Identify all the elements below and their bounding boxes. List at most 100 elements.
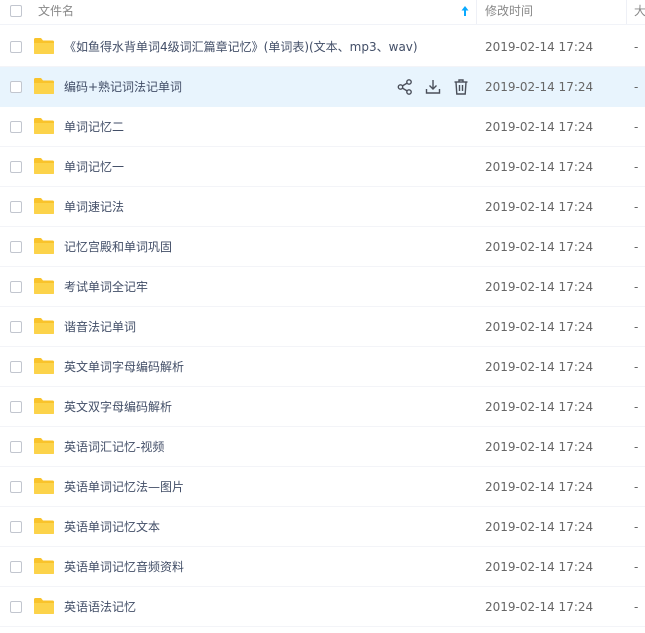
folder-icon[interactable] (33, 557, 55, 575)
file-list-header: 文件名 修改时间 大 (0, 0, 645, 25)
delete-icon[interactable] (451, 77, 471, 97)
file-name[interactable]: 英语单词记忆法—图片 (64, 467, 184, 507)
row-checkbox[interactable] (10, 241, 22, 253)
sort-ascending-icon[interactable] (460, 4, 470, 18)
modified-time: 2019-02-14 17:24 (485, 280, 594, 294)
row-checkbox[interactable] (10, 41, 22, 53)
folder-icon[interactable] (33, 197, 55, 215)
file-name[interactable]: 英语单词记忆文本 (64, 507, 160, 547)
file-row[interactable]: 英文单词字母编码解析 2019-02-14 17:24 - (0, 347, 645, 387)
file-size: - (634, 280, 639, 294)
file-size: - (634, 360, 639, 374)
modified-time: 2019-02-14 17:24 (485, 480, 594, 494)
file-row[interactable]: 英语单词记忆法—图片 2019-02-14 17:24 - (0, 467, 645, 507)
file-size: - (634, 520, 639, 534)
file-row[interactable]: 编码+熟记词法记单词 2019-02-14 17:24 - (0, 67, 645, 107)
file-size: - (634, 320, 639, 334)
folder-icon[interactable] (33, 597, 55, 615)
column-divider[interactable] (476, 0, 477, 24)
row-checkbox[interactable] (10, 601, 22, 613)
modified-time: 2019-02-14 17:24 (485, 600, 594, 614)
share-icon[interactable] (395, 77, 415, 97)
folder-icon[interactable] (33, 397, 55, 415)
file-name[interactable]: 英文单词字母编码解析 (64, 347, 184, 387)
file-row[interactable]: 英语语法记忆 2019-02-14 17:24 - (0, 587, 645, 627)
folder-icon[interactable] (33, 477, 55, 495)
file-size: - (634, 120, 639, 134)
download-icon[interactable] (423, 77, 443, 97)
row-checkbox[interactable] (10, 81, 22, 93)
modified-time: 2019-02-14 17:24 (485, 360, 594, 374)
file-row[interactable]: 《如鱼得水背单词4级词汇篇章记忆》(单词表)(文本、mp3、wav) 2019-0… (0, 27, 645, 67)
modified-time: 2019-02-14 17:24 (485, 400, 594, 414)
file-name[interactable]: 《如鱼得水背单词4级词汇篇章记忆》(单词表)(文本、mp3、wav) (64, 27, 418, 67)
file-row[interactable]: 英语词汇记忆-视频 2019-02-14 17:24 - (0, 427, 645, 467)
file-name[interactable]: 单词记忆一 (64, 147, 124, 187)
file-row[interactable]: 考试单词全记牢 2019-02-14 17:24 - (0, 267, 645, 307)
file-row[interactable]: 记忆宫殿和单词巩固 2019-02-14 17:24 - (0, 227, 645, 267)
modified-time: 2019-02-14 17:24 (485, 560, 594, 574)
modified-time: 2019-02-14 17:24 (485, 240, 594, 254)
size-column-header[interactable]: 大 (634, 0, 645, 24)
row-checkbox[interactable] (10, 321, 22, 333)
select-all-checkbox[interactable] (10, 5, 22, 17)
row-checkbox[interactable] (10, 121, 22, 133)
time-column-header[interactable]: 修改时间 (485, 0, 533, 24)
row-checkbox[interactable] (10, 201, 22, 213)
folder-icon[interactable] (33, 357, 55, 375)
folder-icon[interactable] (33, 277, 55, 295)
row-checkbox[interactable] (10, 481, 22, 493)
modified-time: 2019-02-14 17:24 (485, 160, 594, 174)
file-size: - (634, 560, 639, 574)
row-checkbox[interactable] (10, 521, 22, 533)
file-name[interactable]: 编码+熟记词法记单词 (64, 67, 182, 107)
file-row[interactable]: 英语单词记忆音频资料 2019-02-14 17:24 - (0, 547, 645, 587)
folder-icon[interactable] (33, 517, 55, 535)
file-name[interactable]: 英语单词记忆音频资料 (64, 547, 184, 587)
modified-time: 2019-02-14 17:24 (485, 200, 594, 214)
modified-time: 2019-02-14 17:24 (485, 440, 594, 454)
row-checkbox[interactable] (10, 281, 22, 293)
folder-icon[interactable] (33, 117, 55, 135)
row-checkbox[interactable] (10, 361, 22, 373)
file-size: - (634, 600, 639, 614)
modified-time: 2019-02-14 17:24 (485, 320, 594, 334)
file-size: - (634, 240, 639, 254)
file-name[interactable]: 英文双字母编码解析 (64, 387, 172, 427)
file-size: - (634, 440, 639, 454)
file-size: - (634, 200, 639, 214)
file-name[interactable]: 记忆宫殿和单词巩固 (64, 227, 172, 267)
file-name[interactable]: 英语词汇记忆-视频 (64, 427, 164, 467)
file-name[interactable]: 考试单词全记牢 (64, 267, 148, 307)
file-size: - (634, 400, 639, 414)
row-checkbox[interactable] (10, 161, 22, 173)
file-row[interactable]: 英语单词记忆文本 2019-02-14 17:24 - (0, 507, 645, 547)
modified-time: 2019-02-14 17:24 (485, 520, 594, 534)
folder-icon[interactable] (33, 437, 55, 455)
folder-icon[interactable] (33, 77, 55, 95)
modified-time: 2019-02-14 17:24 (485, 80, 594, 94)
column-divider[interactable] (626, 0, 627, 24)
file-size: - (634, 480, 639, 494)
file-row[interactable]: 英文双字母编码解析 2019-02-14 17:24 - (0, 387, 645, 427)
folder-icon[interactable] (33, 157, 55, 175)
file-row[interactable]: 单词记忆二 2019-02-14 17:24 - (0, 107, 645, 147)
file-row[interactable]: 单词记忆一 2019-02-14 17:24 - (0, 147, 645, 187)
folder-icon[interactable] (33, 317, 55, 335)
file-row[interactable]: 单词速记法 2019-02-14 17:24 - (0, 187, 645, 227)
row-checkbox[interactable] (10, 401, 22, 413)
name-column-header[interactable]: 文件名 (38, 0, 74, 24)
file-size: - (634, 80, 639, 94)
file-name[interactable]: 英语语法记忆 (64, 587, 136, 627)
row-checkbox[interactable] (10, 561, 22, 573)
file-name[interactable]: 单词速记法 (64, 187, 124, 227)
row-checkbox[interactable] (10, 441, 22, 453)
file-name[interactable]: 谐音法记单词 (64, 307, 136, 347)
file-row[interactable]: 谐音法记单词 2019-02-14 17:24 - (0, 307, 645, 347)
file-size: - (634, 40, 639, 54)
modified-time: 2019-02-14 17:24 (485, 120, 594, 134)
folder-icon[interactable] (33, 237, 55, 255)
modified-time: 2019-02-14 17:24 (485, 40, 594, 54)
folder-icon[interactable] (33, 37, 55, 55)
file-name[interactable]: 单词记忆二 (64, 107, 124, 147)
